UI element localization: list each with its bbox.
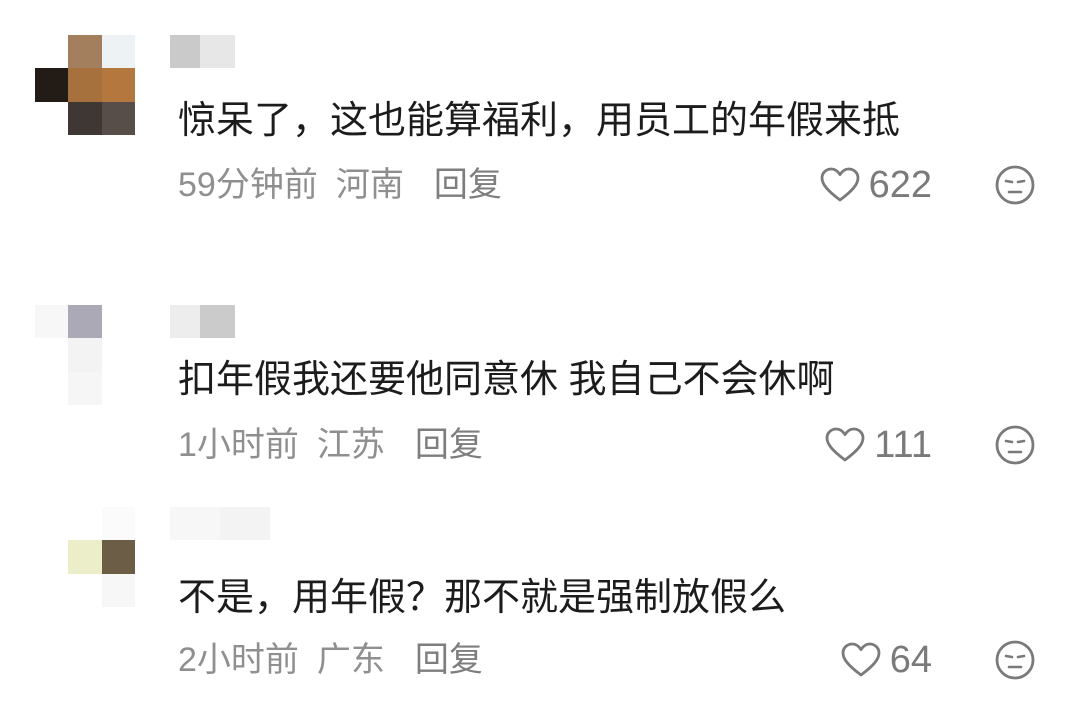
avatar-mosaic-tile xyxy=(35,338,69,372)
username-mosaic[interactable] xyxy=(170,305,235,338)
avatar-mosaic-tile xyxy=(35,68,69,102)
like-button[interactable]: 622 xyxy=(820,165,932,205)
avatar-mosaic-tile xyxy=(101,305,135,339)
expressionless-face-icon[interactable] xyxy=(995,165,1035,205)
avatar-mosaic-tile xyxy=(101,507,135,541)
dislike-button[interactable] xyxy=(995,165,1035,205)
avatar-mosaic-tile xyxy=(35,371,69,405)
comment-list: 惊呆了，这也能算福利，用员工的年假来抵 59分钟前 河南 回复 622 扣年假我… xyxy=(0,0,1080,715)
comment-time: 2小时前 xyxy=(178,641,299,679)
avatar-mosaic-tile xyxy=(101,101,135,135)
comment-item: 扣年假我还要他同意休 我自己不会休啊 1小时前 江苏 回复 111 xyxy=(0,305,1080,485)
comment-item: 不是，用年假？那不就是强制放假么 2小时前 广东 回复 64 xyxy=(0,507,1080,697)
heart-icon[interactable] xyxy=(825,427,865,463)
avatar-mosaic-tile xyxy=(35,540,69,574)
like-count: 111 xyxy=(874,424,932,466)
avatar-mosaic-tile xyxy=(101,540,135,574)
username-mosaic-tile xyxy=(220,507,270,540)
avatar[interactable] xyxy=(35,305,135,405)
username-mosaic-tile xyxy=(200,305,235,338)
like-count: 622 xyxy=(868,164,932,206)
reply-button[interactable]: 回复 xyxy=(415,425,483,465)
heart-icon[interactable] xyxy=(820,167,860,203)
avatar-mosaic-tile xyxy=(35,305,69,339)
avatar-mosaic-tile xyxy=(101,573,135,607)
dislike-button[interactable] xyxy=(995,425,1035,465)
reply-button[interactable]: 回复 xyxy=(434,165,502,205)
avatar-mosaic-tile xyxy=(68,68,102,102)
username-mosaic-tile xyxy=(200,35,235,68)
comment-meta: 59分钟前 河南 回复 xyxy=(178,165,502,205)
like-count: 64 xyxy=(889,639,932,681)
avatar-mosaic-tile xyxy=(101,68,135,102)
username-mosaic-tile xyxy=(170,35,200,68)
expressionless-face-icon[interactable] xyxy=(995,425,1035,465)
comment-meta: 2小时前 广东 回复 xyxy=(178,640,483,680)
username-mosaic-tile xyxy=(170,305,200,338)
comment-time: 1小时前 xyxy=(178,426,299,464)
avatar-mosaic-tile xyxy=(35,35,69,69)
like-button[interactable]: 64 xyxy=(841,640,932,680)
avatar-mosaic-tile xyxy=(101,338,135,372)
avatar-mosaic-tile xyxy=(68,338,102,372)
avatar-mosaic-tile xyxy=(101,35,135,69)
avatar[interactable] xyxy=(35,507,135,607)
expressionless-face-icon[interactable] xyxy=(995,640,1035,680)
avatar-mosaic-tile xyxy=(68,573,102,607)
avatar-mosaic-tile xyxy=(35,507,69,541)
username-mosaic[interactable] xyxy=(170,507,270,540)
comment-time: 59分钟前 xyxy=(178,166,318,204)
heart-icon[interactable] xyxy=(841,642,881,678)
avatar-mosaic-tile xyxy=(68,101,102,135)
avatar-mosaic-tile xyxy=(68,35,102,69)
dislike-button[interactable] xyxy=(995,640,1035,680)
username-mosaic[interactable] xyxy=(170,35,235,68)
comment-location: 河南 xyxy=(335,166,404,204)
comment-location: 广东 xyxy=(316,641,385,679)
avatar-mosaic-tile xyxy=(68,371,102,405)
username-mosaic-tile xyxy=(170,507,220,540)
comment-location: 江苏 xyxy=(316,426,385,464)
avatar-mosaic-tile xyxy=(35,101,69,135)
comment-text: 惊呆了，这也能算福利，用员工的年假来抵 xyxy=(178,100,901,142)
avatar[interactable] xyxy=(35,35,135,135)
avatar-mosaic-tile xyxy=(35,573,69,607)
comment-item: 惊呆了，这也能算福利，用员工的年假来抵 59分钟前 河南 回复 622 xyxy=(0,35,1080,235)
avatar-mosaic-tile xyxy=(101,371,135,405)
comment-text: 扣年假我还要他同意休 我自己不会休啊 xyxy=(178,359,835,401)
avatar-mosaic-tile xyxy=(68,305,102,339)
avatar-mosaic-tile xyxy=(68,507,102,541)
reply-button[interactable]: 回复 xyxy=(415,640,483,680)
avatar-mosaic-tile xyxy=(68,540,102,574)
like-button[interactable]: 111 xyxy=(825,425,932,465)
comment-text: 不是，用年假？那不就是强制放假么 xyxy=(178,577,787,619)
comment-meta: 1小时前 江苏 回复 xyxy=(178,425,483,465)
